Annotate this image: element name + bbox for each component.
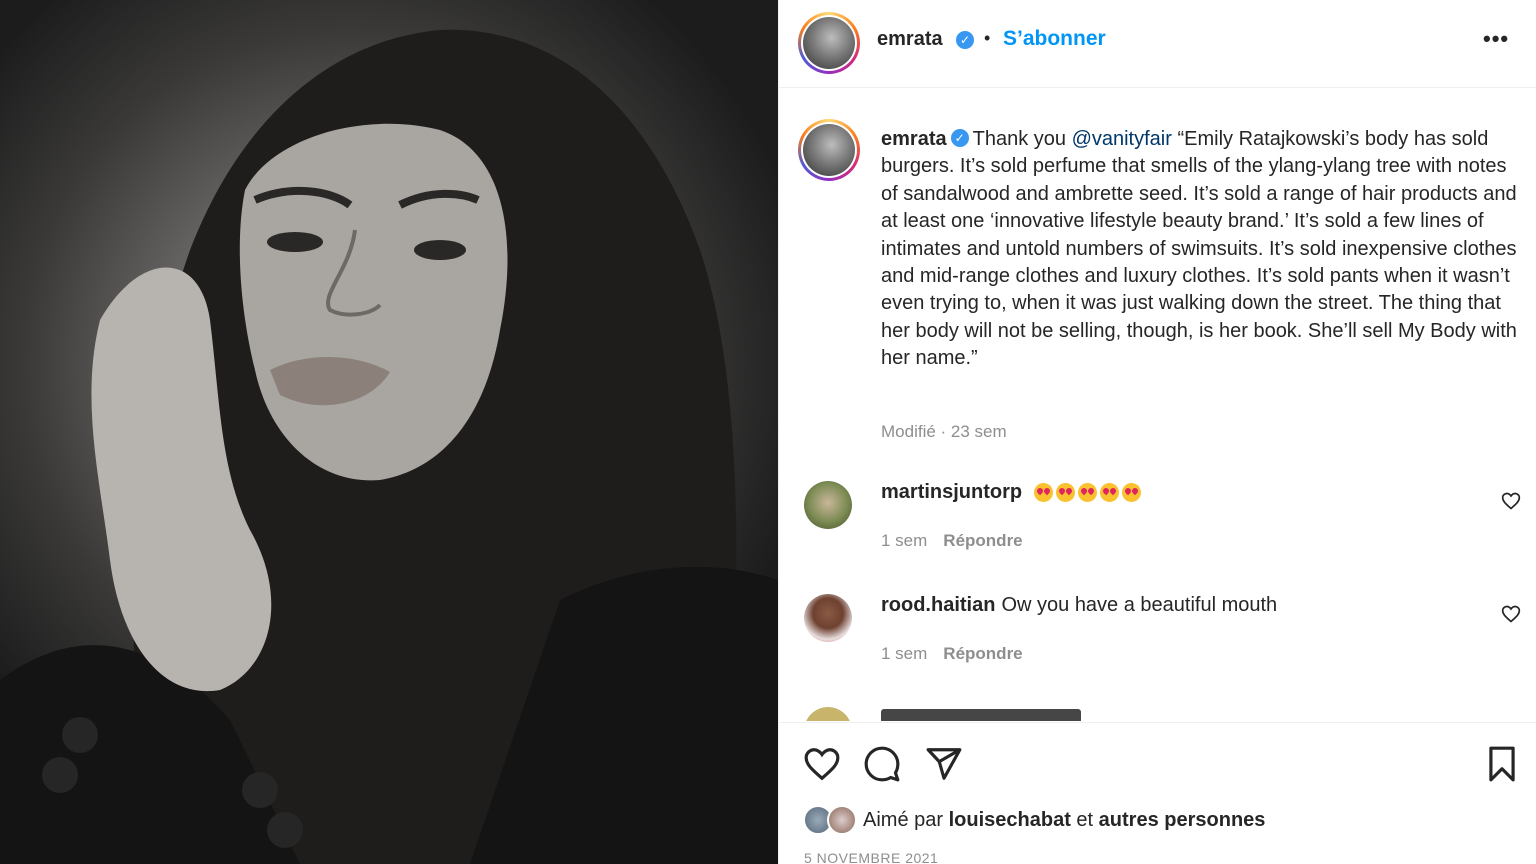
post-header: emrata ✓ • S’abonner ••• xyxy=(779,0,1536,88)
comment-heart-icon[interactable] xyxy=(1501,604,1521,624)
comment-icon[interactable] xyxy=(863,745,901,783)
comment-text: rood.haitian Ow you have a beautiful mout… xyxy=(881,594,1277,617)
liked-by-text[interactable]: Aimé par louisechabat et autres personne… xyxy=(863,809,1265,832)
comment-username[interactable]: rood.haitian xyxy=(881,594,995,616)
verified-badge-icon: ✓ xyxy=(950,128,969,147)
likes-connector: et xyxy=(1076,809,1094,831)
reply-button[interactable]: Répondre xyxy=(943,644,1022,663)
paper-plane-icon[interactable] xyxy=(925,745,963,783)
comment-meta: 1 sem Répondre xyxy=(881,531,1023,551)
comment-item: martinsjuntorp 1 sem Répondre xyxy=(779,481,1536,581)
separator: • xyxy=(984,28,991,48)
follow-button[interactable]: S’abonner xyxy=(1003,27,1106,51)
author-username[interactable]: emrata xyxy=(877,28,943,51)
caption-meta: Modifié · 23 sem xyxy=(881,422,1007,441)
post-actions: Aimé par louisechabat et autres personne… xyxy=(779,722,1536,864)
verified-badge-icon: ✓ xyxy=(956,31,974,49)
caption-username[interactable]: emrata xyxy=(881,128,947,150)
caption-avatar[interactable] xyxy=(798,119,860,181)
likes-prefix: Aimé par xyxy=(863,809,944,831)
caption-text: emrata ✓ Thank you @vanityfair “Emily Rata… xyxy=(881,126,1521,373)
more-options-icon[interactable]: ••• xyxy=(1483,26,1509,52)
comment-meta: 1 sem Répondre xyxy=(881,644,1023,664)
comment-heart-icon[interactable] xyxy=(1501,491,1521,511)
likes-others[interactable]: autres personnes xyxy=(1099,809,1266,831)
emoji-heart-eyes xyxy=(1033,481,1144,503)
commenter-avatar[interactable] xyxy=(804,481,852,529)
reply-button[interactable]: Répondre xyxy=(943,531,1022,550)
author-avatar[interactable] xyxy=(798,12,860,74)
portrait-photo-icon xyxy=(0,29,778,864)
comment-item: rood.haitian Ow you have a beautiful mout… xyxy=(779,594,1536,694)
comment-body: Ow you have a beautiful mouth xyxy=(1001,594,1278,616)
heart-icon[interactable] xyxy=(803,745,841,783)
post-photo[interactable] xyxy=(0,0,778,864)
comment-username[interactable]: martinsjuntorp xyxy=(881,481,1022,503)
commenter-avatar[interactable] xyxy=(804,707,852,721)
bookmark-icon[interactable] xyxy=(1483,745,1521,783)
caption-intro: Thank you xyxy=(972,128,1066,150)
comment-text: martinsjuntorp xyxy=(881,481,1144,504)
comments-scroll-area[interactable]: emrata ✓ Thank you @vanityfair “Emily Rata… xyxy=(779,89,1536,721)
post-date[interactable]: 5 NOVEMBRE 2021 xyxy=(804,850,938,864)
mention-link[interactable]: @vanityfair xyxy=(1072,128,1172,150)
comment-time: 1 sem xyxy=(881,644,928,663)
commenter-avatar[interactable] xyxy=(804,594,852,642)
likes-user[interactable]: louisechabat xyxy=(949,809,1071,831)
comment-text-partial xyxy=(881,709,1081,721)
caption-body: “Emily Ratajkowski’s body has sold burge… xyxy=(881,128,1517,370)
comment-time: 1 sem xyxy=(881,531,928,550)
post-sidebar: emrata ✓ • S’abonner ••• emrata ✓ Thank yo… xyxy=(778,0,1536,864)
